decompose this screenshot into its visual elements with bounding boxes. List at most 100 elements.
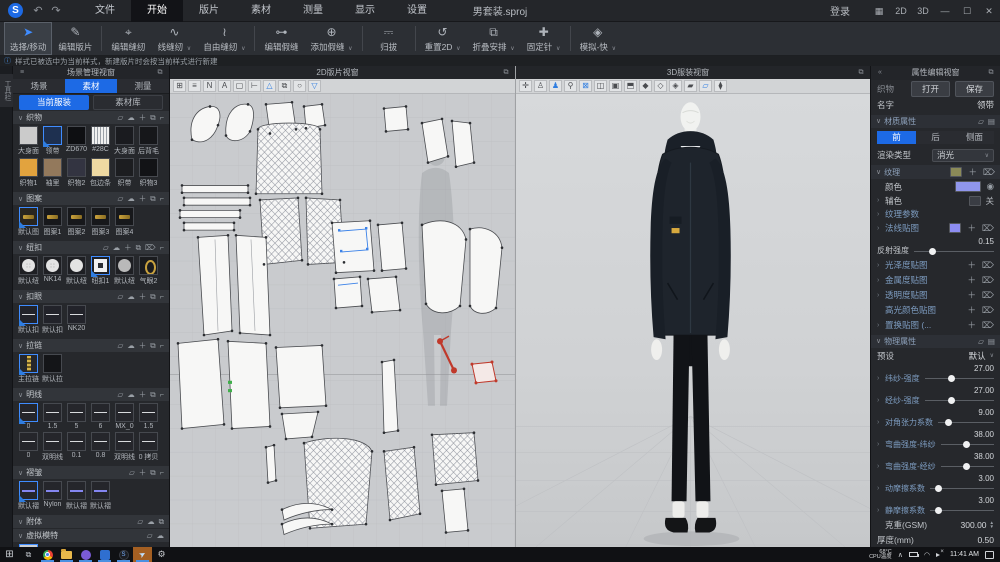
plus-icon[interactable]: ＋ xyxy=(139,389,147,400)
delete-map-icon[interactable]: ⌦ xyxy=(982,290,994,301)
free-sewing-button[interactable]: ≀自由缝纫 ∨ xyxy=(197,22,251,55)
cloud-icon[interactable]: ☁ xyxy=(127,341,135,350)
property-slider[interactable] xyxy=(925,373,994,383)
chevron-down-icon[interactable]: ∨ xyxy=(18,293,23,301)
chevron-right-icon[interactable]: › xyxy=(877,292,882,299)
material-tile[interactable]: 图案1 xyxy=(42,207,63,237)
material-tile[interactable]: 0 xyxy=(18,403,39,430)
folder-icon[interactable]: ▱ xyxy=(137,517,143,526)
material-tile[interactable]: 默认褶 xyxy=(66,481,87,511)
plus-icon[interactable]: ＋ xyxy=(139,193,147,204)
close-button[interactable]: ✕ xyxy=(978,0,1000,22)
chevron-down-icon[interactable]: ∨ xyxy=(18,195,23,203)
menu-文件[interactable]: 文件 xyxy=(79,0,131,22)
corner-icon[interactable]: ⌐ xyxy=(160,113,164,122)
cloud-icon[interactable]: ☁ xyxy=(127,113,135,122)
dropdown-caret-icon[interactable]: ∨ xyxy=(239,46,245,52)
secondary-color-swatch[interactable] xyxy=(969,196,981,206)
face-tab-前[interactable]: 前 xyxy=(877,131,916,144)
material-tile[interactable]: 默认扣 xyxy=(42,305,63,335)
pattern-piece[interactable] xyxy=(184,198,250,205)
property-slider[interactable] xyxy=(930,483,994,493)
folder-icon[interactable]: ▱ xyxy=(978,117,984,126)
tab-场景[interactable]: 场景 xyxy=(13,79,65,93)
name-value[interactable]: 领带 xyxy=(977,99,994,111)
normal-map-swatch[interactable] xyxy=(949,223,961,233)
pattern-piece[interactable] xyxy=(452,121,474,167)
layout-2d-button[interactable]: 2D xyxy=(890,0,912,22)
garment-mesh-icon[interactable]: ◇ xyxy=(654,80,667,92)
cpu-temp-widget[interactable]: 68°C CPU温度 xyxy=(869,550,892,560)
scene-icon[interactable]: ▱ xyxy=(699,80,712,92)
add-map-icon[interactable]: ＋ xyxy=(967,259,976,271)
line-sewing-button[interactable]: ∿线缝纫 ∨ xyxy=(151,22,197,55)
property-slider[interactable] xyxy=(941,461,994,471)
pattern-piece[interactable] xyxy=(384,106,408,131)
subtab-当前服装[interactable]: 当前服装 xyxy=(19,95,89,110)
menu-显示[interactable]: 显示 xyxy=(339,0,391,22)
bounding-icon[interactable]: ▢ xyxy=(233,80,246,92)
pattern-piece[interactable] xyxy=(228,341,270,428)
chevron-down-icon[interactable]: ∨ xyxy=(990,352,994,359)
clock[interactable]: 11:41 AM xyxy=(950,551,979,558)
minimize-button[interactable]: — xyxy=(934,0,956,22)
chevron-right-icon[interactable]: › xyxy=(877,507,882,514)
menu-开始[interactable]: 开始 xyxy=(131,0,183,22)
pattern-piece[interactable] xyxy=(266,445,276,482)
plus-icon[interactable]: ＋ xyxy=(124,242,132,253)
folder-icon[interactable]: ▱ xyxy=(117,390,123,399)
pressure-icon[interactable]: ⬒ xyxy=(624,80,637,92)
plus-icon[interactable]: ＋ xyxy=(139,112,147,123)
menu-版片[interactable]: 版片 xyxy=(183,0,235,22)
face-tab-侧面[interactable]: 侧面 xyxy=(955,131,994,144)
material-tile[interactable]: 6 xyxy=(90,403,111,430)
grid-icon[interactable]: ⊞ xyxy=(173,80,186,92)
material-tile[interactable]: 袖里 xyxy=(42,158,63,188)
tab-测量[interactable]: 测量 xyxy=(117,79,169,93)
chevron-down-icon[interactable]: ∨ xyxy=(18,532,23,540)
ruler-icon[interactable]: ⊢ xyxy=(248,80,261,92)
network-icon[interactable]: ◠ xyxy=(924,551,930,559)
hidden-icons-chevron[interactable]: ∧ xyxy=(898,551,903,559)
material-tile[interactable]: 大身面 xyxy=(114,126,135,156)
chevron-right-icon[interactable]: › xyxy=(877,375,882,382)
delete-map-icon[interactable]: ⌦ xyxy=(982,305,994,316)
add-map-icon[interactable]: ＋ xyxy=(967,304,976,316)
chevron-down-icon[interactable]: ∨ xyxy=(18,244,23,252)
folder-icon[interactable]: ▱ xyxy=(103,243,109,252)
pattern-piece[interactable] xyxy=(184,223,234,230)
copy-icon[interactable]: ⧉ xyxy=(136,243,141,253)
material-tile[interactable]: 1.5 xyxy=(42,403,63,430)
material-tile[interactable]: 图案4 xyxy=(114,207,135,237)
cloud-icon[interactable]: ☁ xyxy=(157,531,165,540)
material-tile[interactable]: 默认拉 xyxy=(42,354,63,384)
gsm-stepper[interactable]: ▲▼ xyxy=(990,521,994,529)
layout-toggle-icon[interactable]: ▦ xyxy=(868,0,890,22)
chevron-down-icon[interactable]: ∨ xyxy=(876,117,881,125)
material-tile[interactable]: 图案3 xyxy=(90,207,111,237)
corner-icon[interactable]: ⌐ xyxy=(160,341,164,350)
material-tile[interactable]: 默认纽 xyxy=(18,256,39,286)
chevron-right-icon[interactable]: › xyxy=(877,485,882,492)
material-tile[interactable]: 气眼2 xyxy=(138,256,159,286)
material-tile[interactable]: 1.5 xyxy=(138,403,159,430)
material-tile[interactable]: NK20 xyxy=(66,305,87,335)
start-button[interactable]: ⊞ xyxy=(0,547,19,562)
reset-2d-button[interactable]: ↺重置2D ∨ xyxy=(419,22,467,55)
chevron-right-icon[interactable]: › xyxy=(877,211,882,218)
material-tile[interactable]: 0 xyxy=(18,432,39,462)
pattern-piece[interactable] xyxy=(368,277,400,312)
copy-icon[interactable]: ⧉ xyxy=(159,517,164,527)
view2d-float-icon[interactable]: ⧉ xyxy=(501,69,511,77)
dropdown-caret-icon[interactable]: ∨ xyxy=(454,46,460,52)
pattern-piece[interactable] xyxy=(422,221,466,313)
copy-icon[interactable]: ⧉ xyxy=(150,390,155,400)
chrome-app[interactable] xyxy=(38,547,57,562)
vest-icon[interactable]: ▽ xyxy=(308,80,321,92)
chevron-right-icon[interactable]: › xyxy=(877,441,882,448)
folder-icon[interactable]: ▱ xyxy=(117,292,123,301)
material-tile[interactable]: 织物2 xyxy=(66,158,87,188)
export-look-icon[interactable]: ⧫ xyxy=(714,80,727,92)
folder-icon[interactable]: ▱ xyxy=(129,468,135,477)
plus-icon[interactable]: ＋ xyxy=(139,291,147,302)
